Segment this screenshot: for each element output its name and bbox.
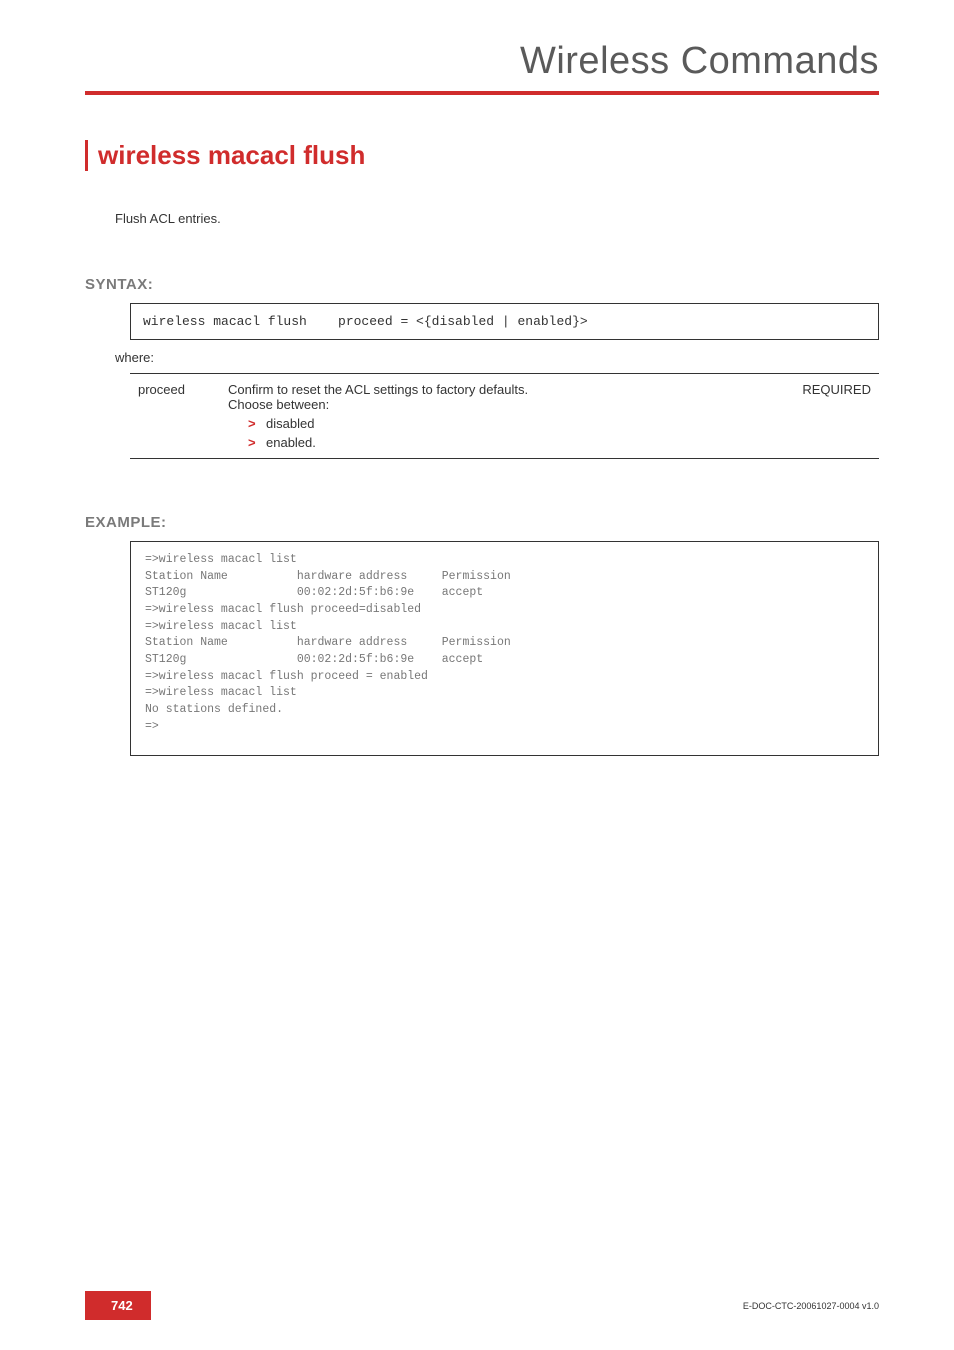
header-divider <box>85 91 879 95</box>
where-label: where: <box>115 350 879 365</box>
param-required: REQUIRED <box>779 374 879 459</box>
command-description: Flush ACL entries. <box>115 211 879 226</box>
param-option: >enabled. <box>228 435 771 450</box>
chevron-icon: > <box>248 435 266 450</box>
command-title-block: wireless macacl flush <box>85 140 879 171</box>
page-footer: 742 E-DOC-CTC-20061027-0004 v1.0 <box>85 1291 879 1320</box>
command-title: wireless macacl flush <box>98 140 879 171</box>
header-title: Wireless Commands <box>520 40 879 82</box>
option-text: enabled. <box>266 435 316 450</box>
param-description: Confirm to reset the ACL settings to fac… <box>220 374 779 459</box>
syntax-code: wireless macacl flush proceed = <{disabl… <box>130 303 879 340</box>
example-heading: EXAMPLE: <box>85 514 879 531</box>
params-table: proceed Confirm to reset the ACL setting… <box>130 373 879 459</box>
example-section: EXAMPLE: =>wireless macacl list Station … <box>85 514 879 756</box>
option-text: disabled <box>266 416 314 431</box>
example-code: =>wireless macacl list Station Name hard… <box>130 541 879 756</box>
page-number-badge: 742 <box>85 1291 151 1320</box>
syntax-section: SYNTAX: wireless macacl flush proceed = … <box>85 276 879 459</box>
param-desc-line: Confirm to reset the ACL settings to fac… <box>228 382 771 397</box>
syntax-heading: SYNTAX: <box>85 276 879 293</box>
param-option: >disabled <box>228 416 771 431</box>
chevron-icon: > <box>248 416 266 431</box>
document-id: E-DOC-CTC-20061027-0004 v1.0 <box>743 1301 879 1311</box>
param-desc-line: Choose between: <box>228 397 771 412</box>
page-header: Wireless Commands <box>85 40 879 83</box>
table-row: proceed Confirm to reset the ACL setting… <box>130 374 879 459</box>
param-name: proceed <box>130 374 220 459</box>
